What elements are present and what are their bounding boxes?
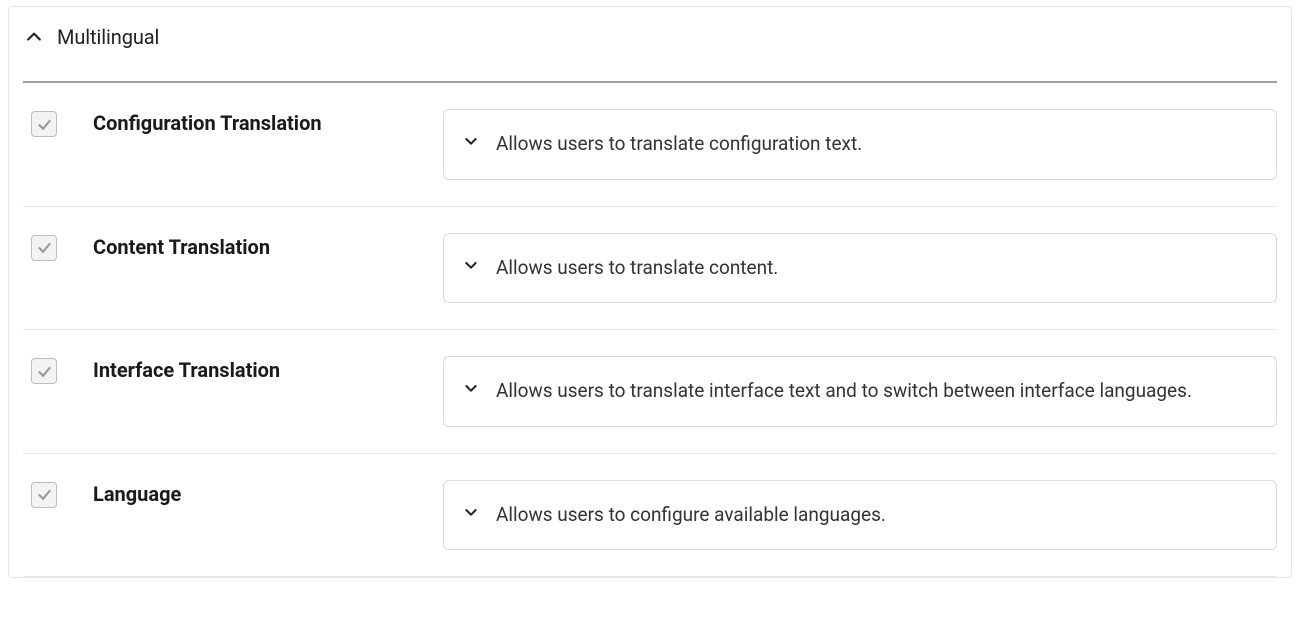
module-name: Content Translation [93,235,443,259]
checkbox-configuration-translation[interactable] [31,111,57,137]
module-description: Allows users to translate configuration … [496,130,862,159]
checkmark-icon [36,239,53,256]
checkbox-column [23,356,93,384]
module-list: Configuration Translation Allows users t… [23,83,1277,577]
module-description-toggle[interactable]: Allows users to translate interface text… [443,356,1277,427]
module-row-configuration-translation: Configuration Translation Allows users t… [23,83,1277,207]
module-description-toggle[interactable]: Allows users to configure available lang… [443,480,1277,551]
module-row-interface-translation: Interface Translation Allows users to tr… [23,330,1277,454]
checkmark-icon [36,486,53,503]
module-description-toggle[interactable]: Allows users to translate configuration … [443,109,1277,180]
checkbox-content-translation[interactable] [31,235,57,261]
module-description: Allows users to translate content. [496,254,778,283]
checkbox-column [23,109,93,137]
module-description: Allows users to translate interface text… [496,377,1192,406]
checkmark-icon [36,363,53,380]
checkbox-interface-translation[interactable] [31,358,57,384]
module-name-cell: Content Translation [93,233,443,259]
chevron-down-icon [462,503,480,521]
module-name: Interface Translation [93,358,443,382]
checkmark-icon [36,116,53,133]
module-name: Configuration Translation [93,111,443,135]
section-title: Multilingual [57,25,159,49]
module-row-content-translation: Content Translation Allows users to tran… [23,207,1277,331]
multilingual-panel: Multilingual Configuration Translation [8,6,1292,578]
module-description: Allows users to configure available lang… [496,501,886,530]
module-desc-cell: Allows users to translate interface text… [443,356,1277,453]
module-desc-cell: Allows users to translate content. [443,233,1277,330]
checkbox-language[interactable] [31,482,57,508]
chevron-down-icon [462,256,480,274]
chevron-down-icon [462,379,480,397]
module-desc-cell: Allows users to configure available lang… [443,480,1277,577]
chevron-down-icon [462,132,480,150]
module-name-cell: Language [93,480,443,506]
module-name: Language [93,482,443,506]
module-name-cell: Interface Translation [93,356,443,382]
chevron-up-icon [23,26,45,48]
section-header[interactable]: Multilingual [9,7,1291,81]
checkbox-column [23,480,93,508]
module-desc-cell: Allows users to translate configuration … [443,109,1277,206]
module-name-cell: Configuration Translation [93,109,443,135]
module-row-language: Language Allows users to configure avail… [23,454,1277,578]
module-description-toggle[interactable]: Allows users to translate content. [443,233,1277,304]
checkbox-column [23,233,93,261]
